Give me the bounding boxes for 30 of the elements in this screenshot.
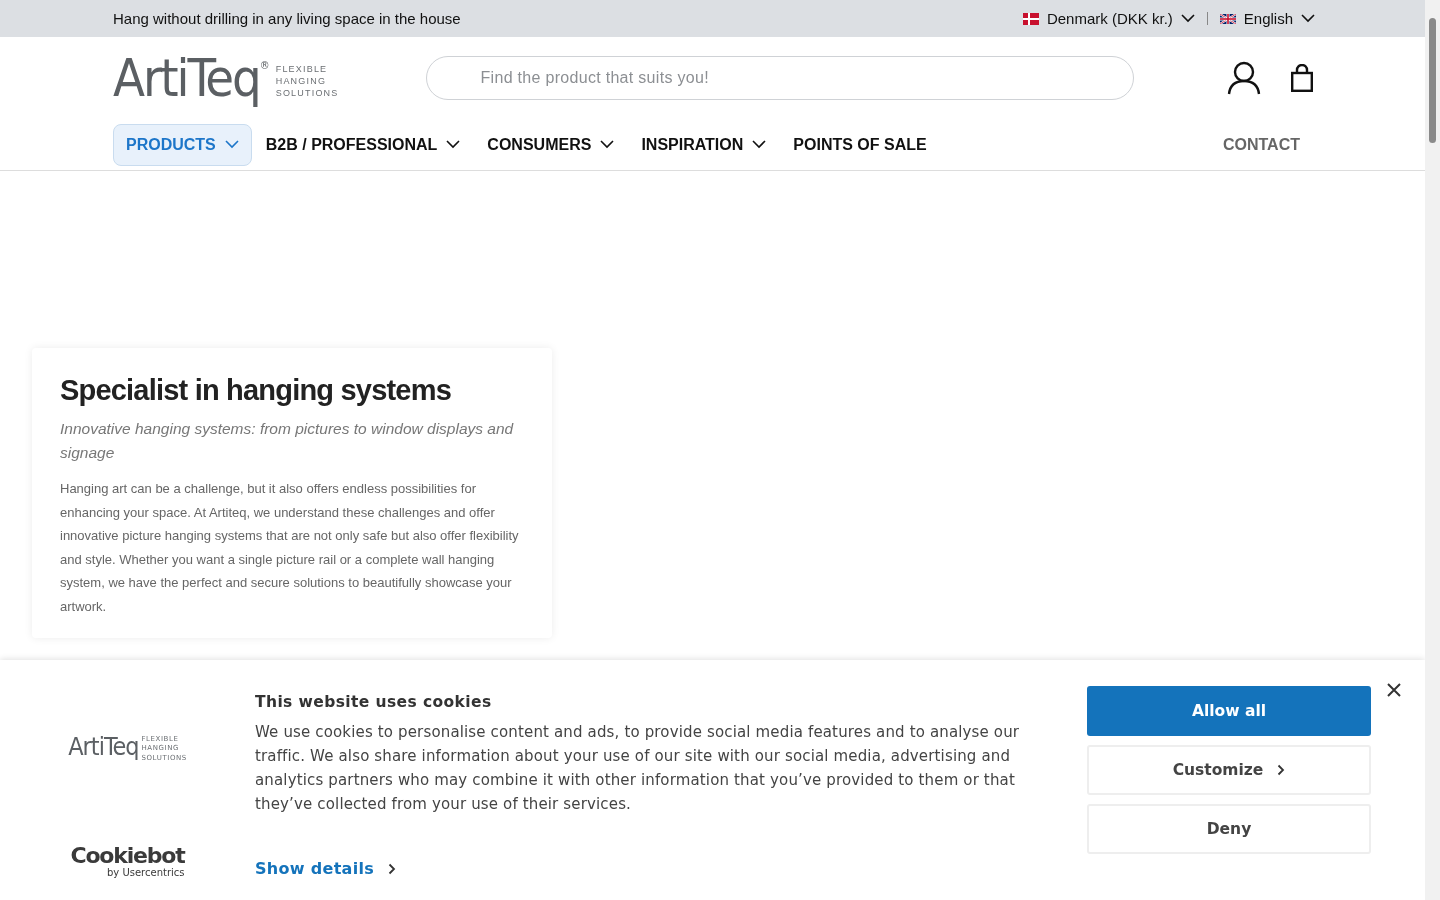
tagline: Hang without drilling in any living space in the house bbox=[113, 10, 461, 27]
deny-button[interactable]: Deny bbox=[1087, 804, 1371, 854]
search-field[interactable]: Find the product that suits you! bbox=[425, 56, 1134, 100]
cookie-title: This website uses cookies bbox=[255, 693, 493, 711]
scrollbar[interactable] bbox=[1425, 0, 1440, 900]
nav-tab[interactable]: PRODUCTS bbox=[113, 123, 252, 166]
contact-link[interactable]: CONTACT bbox=[1222, 135, 1300, 154]
show-details-link[interactable]: Show details bbox=[255, 859, 397, 878]
nav-tab[interactable]: CONSUMERS bbox=[474, 123, 628, 166]
close-icon[interactable] bbox=[1387, 683, 1401, 697]
shopping-bag-icon[interactable] bbox=[1291, 64, 1313, 92]
nav-tab[interactable]: POINTS OF SALE bbox=[780, 123, 940, 166]
allow-all-button[interactable]: Allow all bbox=[1087, 686, 1371, 736]
cookie-text: We use cookies to personalise content and ads, to provide social media features and to analyse our traffic. We also share information about your use of our site with our social media, advertising and analytics partners who may combine it with other information that you’ve provided to them or that they’ve collected from your use of their services. bbox=[255, 722, 1021, 815]
hero-title: Specialist in hanging systems bbox=[60, 374, 452, 407]
flag-icon bbox=[1219, 13, 1236, 24]
country-selector[interactable]: Denmark (DKK kr.) bbox=[1022, 10, 1195, 27]
hero-subtitle: Innovative hanging systems: from pictures to window displays and signage bbox=[60, 419, 515, 463]
user-icon[interactable] bbox=[1227, 61, 1261, 95]
chevron-right-icon bbox=[388, 862, 397, 875]
language-selector[interactable]: English bbox=[1219, 10, 1315, 27]
hero-text: Hanging art can be a challenge, but it also offers endless possibilities for enhancing your space. At Artiteq, we understand these challenges and offer innovative picture hanging systems that are not only safe but also offer flexibility and style. Whether you want a single picture rail or a complete wall hanging system, we have the perfect and secure solutions to beautifully showcase your artwork. bbox=[60, 480, 520, 616]
flag-icon bbox=[1022, 12, 1039, 25]
nav-tab[interactable]: B2B / PROFESSIONAL bbox=[252, 123, 474, 166]
chevron-down-icon bbox=[1180, 14, 1195, 23]
cookiebot-logo: Cookiebot by Usercentrics bbox=[70, 845, 185, 878]
chevron-right-icon bbox=[1277, 764, 1286, 776]
customize-button[interactable]: Customize bbox=[1087, 745, 1371, 795]
chevron-down-icon bbox=[1301, 14, 1315, 23]
nav-tab[interactable]: INSPIRATION bbox=[628, 123, 780, 166]
